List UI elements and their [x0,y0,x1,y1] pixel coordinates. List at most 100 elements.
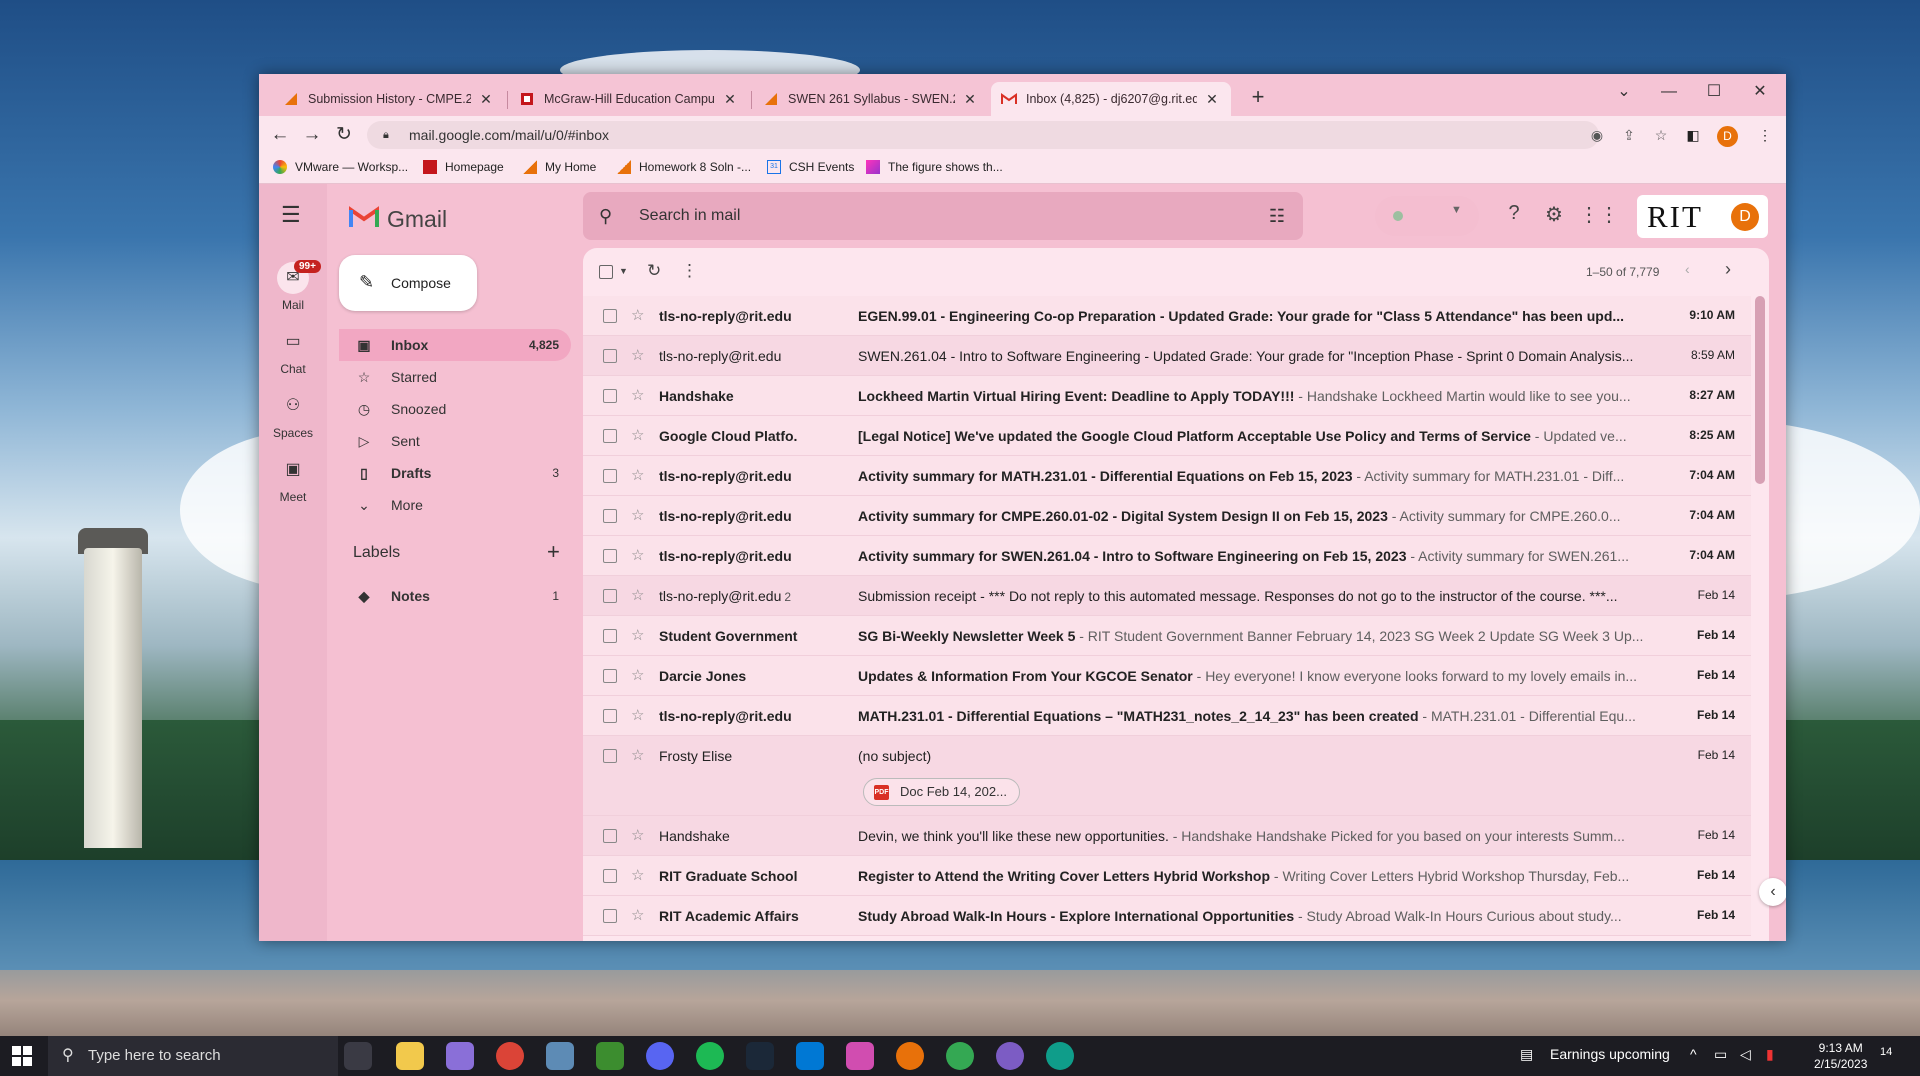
battery-icon[interactable]: ▮ [1766,1046,1774,1063]
taskbar-search[interactable]: ⚲ Type here to search [48,1036,338,1076]
spotify-icon[interactable] [696,1042,724,1070]
star-icon[interactable]: ☆ [631,866,644,884]
email-row[interactable]: ☆ Handshake Devin, we think you'll like th… [583,816,1751,856]
email-row[interactable]: ☆ Frosty Elise (no subject) Feb 14 PDF Doc Fe… [583,736,1751,816]
star-icon[interactable]: ☆ [631,586,644,604]
select-caret-icon[interactable]: ▼ [619,266,628,276]
close-window-button[interactable]: ✕ [1740,78,1780,106]
nav-snoozed[interactable]: ◷ Snoozed [339,393,571,425]
app-icon[interactable] [996,1042,1024,1070]
select-all-checkbox[interactable] [599,265,613,279]
bookmark-homepage[interactable]: Homepage [423,160,504,174]
volume-icon[interactable]: ◁ [1740,1046,1751,1063]
nav-more[interactable]: ⌄ More [339,489,571,521]
nav-starred[interactable]: ☆ Starred [339,361,571,393]
close-tab-icon[interactable]: ✕ [961,91,979,108]
label-notes[interactable]: ◆ Notes 1 [339,580,571,612]
email-row[interactable]: ☆ RIT Graduate School Register to Attend t… [583,856,1751,896]
discord-icon[interactable] [646,1042,674,1070]
chrome-profile-icon[interactable] [896,1042,924,1070]
close-tab-icon[interactable]: ✕ [477,91,495,108]
status-selector[interactable]: ▼ [1375,196,1479,236]
side-panel-toggle-icon[interactable]: ‹ [1759,878,1786,906]
star-icon[interactable]: ☆ [631,386,644,404]
nav-inbox[interactable]: ▣ Inbox 4,825 [339,329,571,361]
email-row[interactable]: ☆ Student Government SG Bi-Weekly Newslett… [583,616,1751,656]
email-row[interactable]: ☆ tls-no-reply@rit.edu MATH.231.01 - Diffe… [583,696,1751,736]
tab-swen-syllabus[interactable]: SWEN 261 Syllabus - SWEN.261.04 ✕ [753,82,989,116]
refresh-icon[interactable]: ↻ [647,261,661,281]
row-checkbox[interactable] [603,549,617,563]
row-checkbox[interactable] [603,589,617,603]
forward-button[interactable]: → [298,121,326,149]
back-button[interactable]: ← [266,121,294,149]
tab-gmail-inbox[interactable]: Inbox (4,825) - dj6207@g.rit.edu ✕ [991,82,1231,116]
rail-chat[interactable]: ▭ Chat [259,326,327,376]
row-checkbox[interactable] [603,829,617,843]
menu-kebab-icon[interactable]: ⋮ [1752,121,1778,149]
email-row[interactable]: ☆ tls-no-reply@rit.edu 2 Submission receipt… [583,576,1751,616]
star-icon[interactable]: ☆ [631,506,644,524]
settings-gear-icon[interactable]: ⚙ [1539,202,1569,227]
star-icon[interactable]: ☆ [631,906,644,924]
tray-chevron-icon[interactable]: ^ [1690,1046,1697,1062]
row-checkbox[interactable] [603,429,617,443]
share-icon[interactable]: ⇪ [1616,121,1642,149]
notification-center-icon[interactable]: 14 [1880,1046,1892,1058]
compose-button[interactable]: ✎ Compose [339,255,477,311]
app-icon[interactable] [596,1042,624,1070]
windows-start-icon[interactable] [12,1046,32,1066]
system-clock[interactable]: 9:13 AM 2/15/2023 [1814,1040,1867,1072]
gmail-logo[interactable]: Gmail [349,204,447,235]
main-menu-icon[interactable]: ☰ [281,202,301,228]
email-row[interactable]: ☆ Google Cloud Platfo. [Legal Notice] We'v… [583,416,1751,456]
reload-button[interactable]: ↻ [330,121,358,149]
email-row[interactable]: ☆ RIT Academic Affairs Study Abroad Walk-I… [583,896,1751,936]
row-checkbox[interactable] [603,749,617,763]
tab-search-chevron-icon[interactable]: ⌄ [1604,78,1644,106]
bookmark-vmware[interactable]: VMware — Worksp... [273,160,408,174]
news-widget[interactable]: Earnings upcoming [1550,1046,1670,1062]
row-checkbox[interactable] [603,909,617,923]
star-icon[interactable]: ☆ [631,426,644,444]
steam-icon[interactable] [746,1042,774,1070]
bookmark-csh-events[interactable]: 31 CSH Events [767,160,854,174]
row-checkbox[interactable] [603,349,617,363]
email-row[interactable]: ☆ tls-no-reply@rit.edu Activity summary fo… [583,496,1751,536]
star-icon[interactable]: ☆ [631,626,644,644]
side-panel-icon[interactable]: ◧ [1680,121,1706,149]
bookmark-my-home[interactable]: My Home [523,160,596,174]
star-icon[interactable]: ☆ [631,346,644,364]
app-icon[interactable] [546,1042,574,1070]
edge-icon[interactable] [1046,1042,1074,1070]
network-icon[interactable]: ▭ [1714,1046,1727,1063]
scrollbar[interactable] [1755,296,1765,484]
vscode-icon[interactable] [796,1042,824,1070]
rail-mail[interactable]: ✉ 99+ Mail [259,260,327,312]
more-actions-icon[interactable]: ⋮ [681,261,698,281]
bookmark-figure[interactable]: The figure shows th... [866,160,1003,174]
row-checkbox[interactable] [603,709,617,723]
address-bar[interactable]: 🔒︎ mail.google.com/mail/u/0/#inbox [367,121,1599,149]
star-icon[interactable]: ☆ [631,466,644,484]
app-icon[interactable] [446,1042,474,1070]
task-view-icon[interactable] [344,1042,372,1070]
account-box[interactable]: RIT D [1637,195,1768,238]
file-explorer-icon[interactable] [396,1042,424,1070]
star-icon[interactable]: ☆ [631,746,644,764]
email-row[interactable]: ☆ tls-no-reply@rit.edu EGEN.99.01 - Engine… [583,296,1751,336]
create-label-button[interactable]: + [547,539,560,565]
bookmark-star-icon[interactable]: ☆ [1648,121,1674,149]
star-icon[interactable]: ☆ [631,706,644,724]
older-page-icon[interactable]: › [1725,259,1731,280]
profile-avatar[interactable]: D [1717,126,1738,147]
close-tab-icon[interactable]: ✕ [1203,91,1221,108]
help-icon[interactable]: ? [1499,202,1529,225]
search-options-icon[interactable]: ☷ [1269,192,1285,240]
row-checkbox[interactable] [603,389,617,403]
tab-submission-history[interactable]: Submission History - CMPE.260.01 ✕ [273,82,505,116]
row-checkbox[interactable] [603,669,617,683]
email-row[interactable]: ☆ Handshake Lockheed Martin Virtual Hiring… [583,376,1751,416]
minimize-button[interactable]: — [1649,78,1689,106]
star-icon[interactable]: ☆ [631,826,644,844]
